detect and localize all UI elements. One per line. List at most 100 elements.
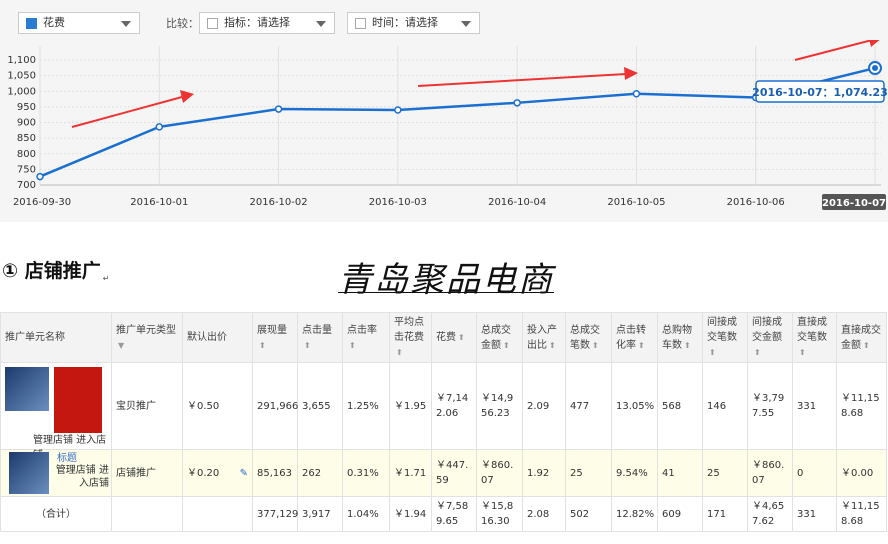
- metric-select[interactable]: 花费: [18, 12, 140, 34]
- indicator-select-label: 指标：请选择: [224, 16, 290, 29]
- x-tick-label: 2016-10-02: [250, 197, 308, 208]
- promotion-table: 推广单元名称 推广单元类型▼ 默认出价 展现量⬆ 点击量⬆ 点击率⬆ 平均点击花…: [0, 312, 887, 532]
- section-index: ①: [2, 260, 19, 282]
- section-title-text: 店铺推广: [24, 260, 101, 282]
- unit-type: 店铺推广: [111, 449, 183, 497]
- sort-icon: ⬆: [503, 340, 510, 350]
- ctr: 0.31%: [342, 449, 390, 497]
- col-type[interactable]: 推广单元类型▼: [111, 312, 183, 363]
- sort-icon: ⬆: [592, 340, 599, 350]
- sort-icon: ⬆: [349, 340, 356, 350]
- time-select[interactable]: 时间：请选择: [347, 12, 480, 34]
- data-point-active-core: [872, 65, 878, 72]
- col-ctr[interactable]: 点击率⬆: [342, 312, 390, 363]
- orders: 25: [565, 449, 612, 497]
- ind-orders: 146: [702, 362, 748, 450]
- col-clicks[interactable]: 点击量⬆: [297, 312, 343, 363]
- data-point: [632, 90, 641, 98]
- y-tick-label: 1,100: [7, 55, 36, 66]
- col-cpc[interactable]: 平均点击花费⬆: [389, 312, 432, 363]
- product-thumbnail[interactable]: [54, 367, 102, 433]
- total-dir-gmv: ￥11,158.68: [836, 496, 887, 532]
- sort-icon: ⬆: [638, 340, 645, 350]
- y-tick-label: 800: [17, 149, 36, 160]
- shop-links[interactable]: 管理店铺 进入店铺: [51, 464, 109, 490]
- time-checkbox[interactable]: [355, 18, 366, 29]
- gmv: ￥860.07: [476, 449, 523, 497]
- impressions: 85,163: [252, 449, 298, 497]
- y-tick-label: 850: [17, 133, 36, 144]
- cpc: ￥1.71: [389, 449, 432, 497]
- col-gmv[interactable]: 总成交金额 ⬆: [476, 312, 523, 363]
- watermark-text: 青岛聚品电商: [338, 260, 554, 300]
- table-row: 管理店铺 进入店铺 宝贝推广 ￥0.50 291,966 3,655 1.25%…: [0, 362, 887, 461]
- chevron-down-icon: [461, 21, 471, 27]
- y-tick-label: 950: [17, 102, 36, 113]
- annotation-arrow: [794, 40, 873, 61]
- col-ind-gmv[interactable]: 间接成交金额⬆: [747, 312, 793, 363]
- total-orders: 502: [565, 496, 612, 532]
- sort-icon: ⬆: [259, 340, 266, 350]
- total-cvr: 12.82%: [611, 496, 658, 532]
- y-tick-label: 700: [17, 180, 36, 191]
- roi: 2.09: [522, 362, 566, 450]
- x-tick-label: 2016-10-07: [822, 198, 886, 209]
- total-roi: 2.08: [522, 496, 566, 532]
- table-total-row: （合计） 377,129 3,917 1.04% ￥1.94 ￥7,589.65…: [0, 496, 887, 532]
- x-tick-label: 2016-10-03: [369, 197, 427, 208]
- x-tick-label: 2016-10-06: [727, 197, 785, 208]
- chart-tooltip: 2016-10-07：1,074.23: [752, 80, 888, 103]
- total-cart: 609: [657, 496, 703, 532]
- total-clicks: 3,917: [297, 496, 343, 532]
- total-label: （合计）: [0, 496, 112, 532]
- edit-pencil-icon[interactable]: ✎: [240, 466, 248, 481]
- gmv: ￥14,956.23: [476, 362, 523, 450]
- cost: ￥7,142.06: [431, 362, 477, 450]
- sort-icon: ⬆: [754, 348, 761, 357]
- indicator-checkbox[interactable]: [207, 18, 218, 29]
- cvr: 9.54%: [611, 449, 658, 497]
- annotation-arrow-head: [869, 40, 880, 47]
- col-impr[interactable]: 展现量⬆: [252, 312, 298, 363]
- bid[interactable]: ￥0.20 ✎: [182, 449, 253, 497]
- unit-name-cell: 管理店铺 进入店铺: [0, 362, 112, 461]
- data-point: [274, 105, 283, 113]
- roi: 1.92: [522, 449, 566, 497]
- indicator-select[interactable]: 指标：请选择: [199, 12, 335, 34]
- time-select-label: 时间：请选择: [372, 16, 438, 29]
- col-bid: 默认出价: [182, 312, 253, 363]
- data-point: [513, 99, 521, 107]
- orders: 477: [565, 362, 612, 450]
- sort-icon: ⬆: [304, 340, 311, 350]
- chart-panel: 花费 比较： 指标：请选择 时间：请选择 700 750 800 850 900 950 1…: [0, 0, 888, 222]
- shop-thumbnail[interactable]: [9, 452, 49, 494]
- dir-orders: 331: [792, 362, 837, 450]
- cost: ￥447.59: [431, 449, 477, 497]
- col-cvr[interactable]: 点击转化率 ⬆: [611, 312, 658, 363]
- total-cpc: ￥1.94: [389, 496, 432, 532]
- ind-orders: 25: [702, 449, 748, 497]
- col-ind-orders[interactable]: 间接成交笔数⬆: [702, 312, 748, 363]
- col-dir-orders[interactable]: 直接成交笔数⬆: [792, 312, 837, 363]
- sort-icon: ⬆: [684, 340, 691, 350]
- total-ind-orders: 171: [702, 496, 748, 532]
- metric-select-label: 花费: [43, 16, 65, 29]
- sort-icon: ⬆: [458, 333, 465, 342]
- return-mark: ↵: [102, 274, 110, 283]
- ctr: 1.25%: [342, 362, 390, 450]
- col-orders[interactable]: 总成交笔数 ⬆: [565, 312, 612, 363]
- line-chart: 700 750 800 850 900 950 1,000 1,050 1,100 2016-0…: [7, 40, 888, 210]
- metric-color-swatch: [26, 18, 37, 29]
- product-thumbnail[interactable]: [5, 367, 49, 411]
- col-roi[interactable]: 投入产出比 ⬆: [522, 312, 566, 363]
- col-dir-gmv[interactable]: 直接成交金额 ⬆: [836, 312, 887, 363]
- total-cost: ￥7,589.65: [431, 496, 477, 532]
- table-row: 标题 管理店铺 进入店铺 店铺推广 ￥0.20 ✎ 85,163 262 0.31…: [0, 449, 887, 497]
- cvr: 13.05%: [611, 362, 658, 450]
- total-dir-orders: 331: [792, 496, 837, 532]
- unit-type: 宝贝推广: [111, 362, 183, 450]
- y-tick-label: 1,050: [7, 71, 36, 82]
- col-cart[interactable]: 总购物车数 ⬆: [657, 312, 703, 363]
- col-cost[interactable]: 花费 ⬆: [431, 312, 477, 363]
- total-bid: [182, 496, 253, 532]
